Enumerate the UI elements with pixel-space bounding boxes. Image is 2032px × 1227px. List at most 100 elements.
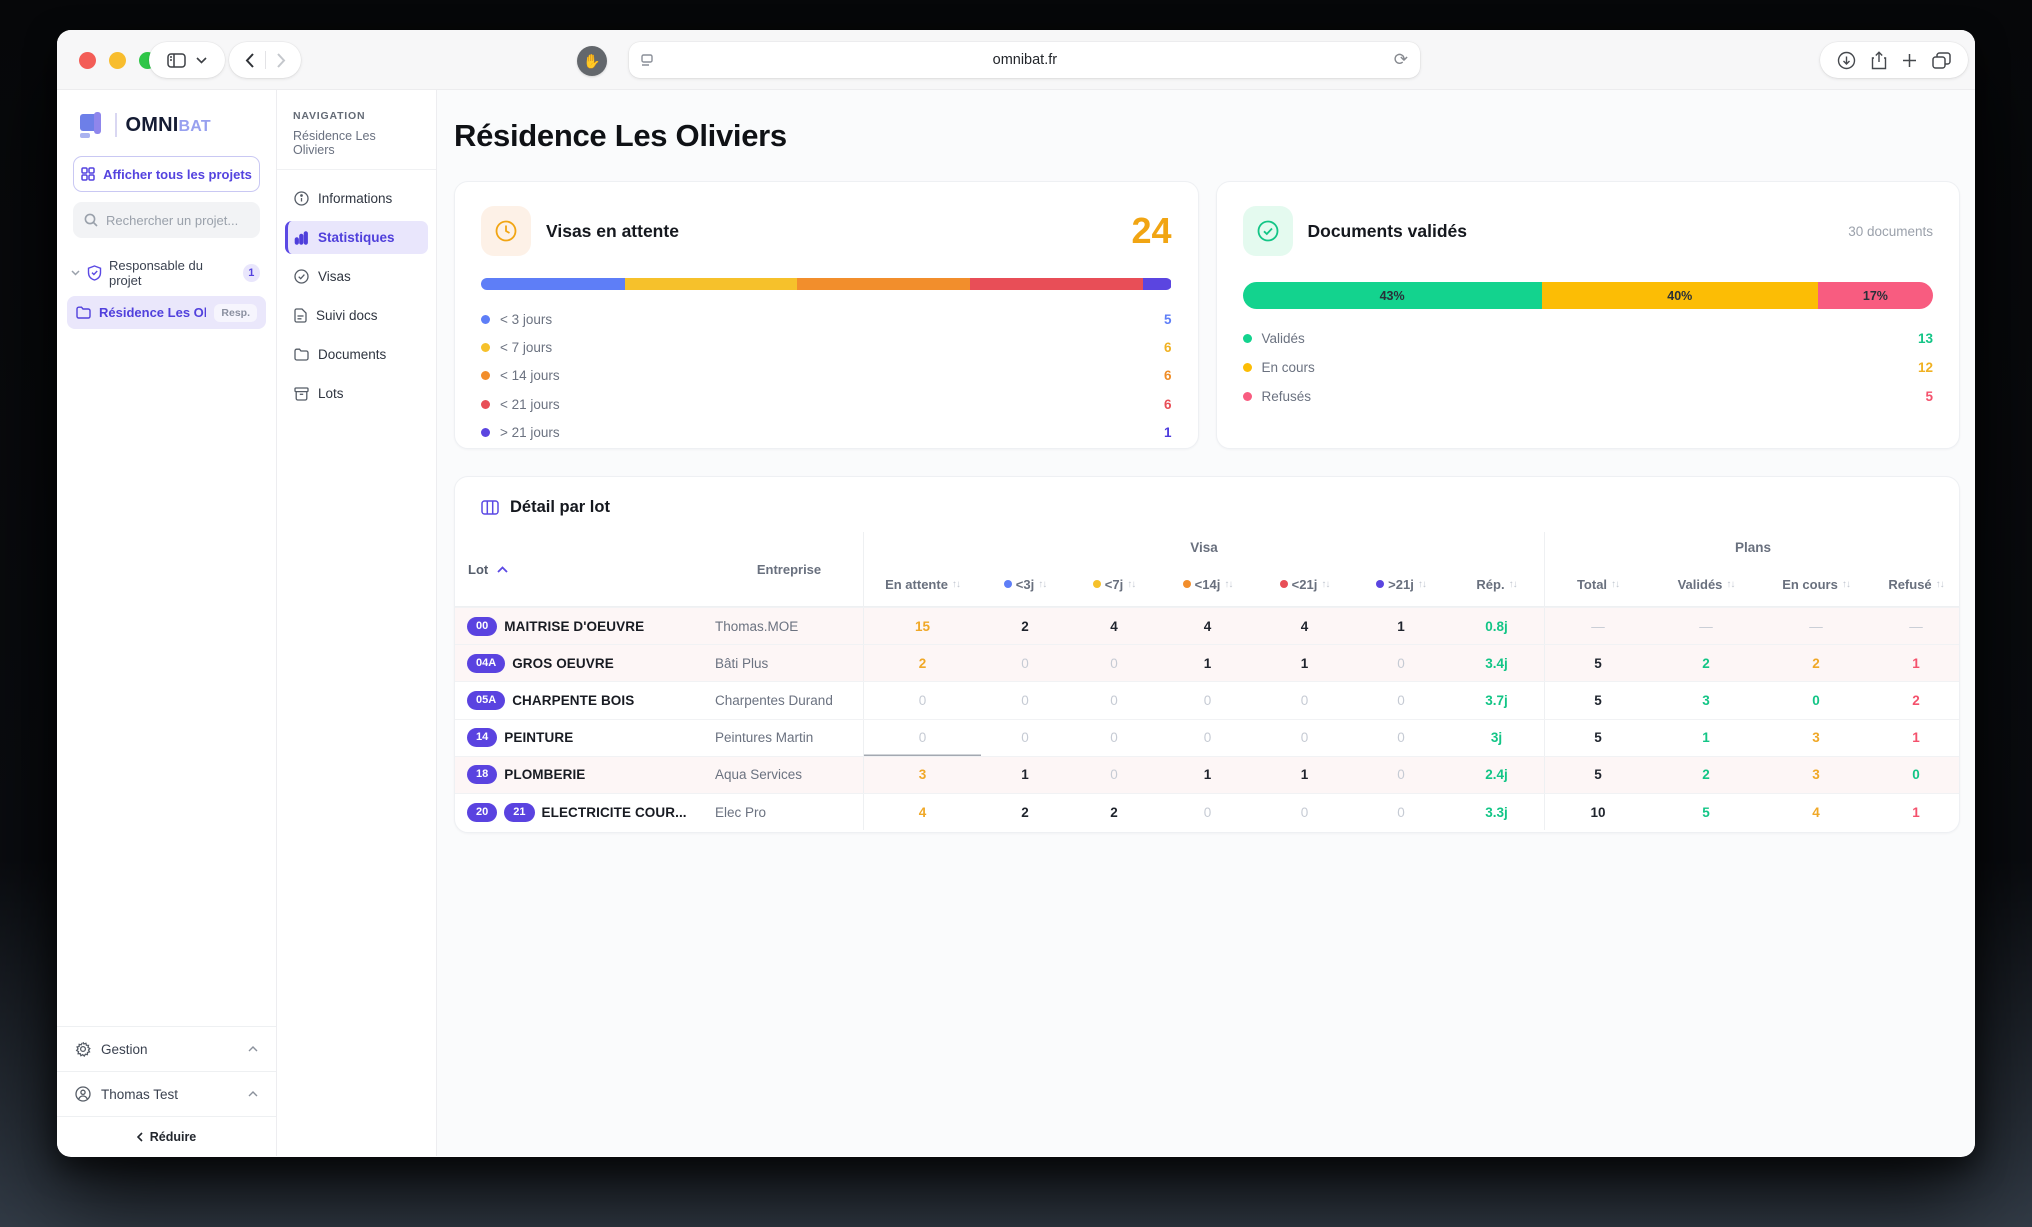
downloads-icon[interactable] xyxy=(1837,51,1856,70)
table-row[interactable]: 05ACHARPENTE BOIS Charpentes Durand 0 0 … xyxy=(455,681,1959,718)
legend-dot xyxy=(1093,580,1101,588)
sort-icon: ↑↓ xyxy=(1726,579,1734,590)
desktop-background: ✋ omnibat.fr ⟳ xyxy=(0,0,2032,1227)
privacy-badge-icon[interactable]: ✋ xyxy=(577,46,607,76)
main-content: Résidence Les Oliviers Visas en attente … xyxy=(437,90,1975,1156)
legend-value: 6 xyxy=(1164,397,1172,412)
refresh-icon[interactable]: ⟳ xyxy=(1394,50,1408,70)
visa-7j-cell: 0 xyxy=(1069,720,1159,756)
plans-en-cours-cell: 0 xyxy=(1761,682,1871,718)
sort-icon: ↑↓ xyxy=(1842,579,1850,590)
legend-dot xyxy=(1376,580,1384,588)
chevron-down-icon[interactable] xyxy=(196,57,207,64)
table-row[interactable]: 2021ELECTRICITE COUR... Elec Pro 4 2 2 0… xyxy=(455,793,1959,830)
nav-item-label: Documents xyxy=(318,347,386,362)
plans-valides-cell: — xyxy=(1651,608,1761,644)
minimize-window-button[interactable] xyxy=(109,52,126,69)
table-row[interactable]: 18PLOMBERIE Aqua Services 3 1 0 1 1 0 2.… xyxy=(455,756,1959,793)
legend-label: > 21 jours xyxy=(500,425,560,440)
plans-en-cours-cell: 3 xyxy=(1761,757,1871,793)
show-all-projects-button[interactable]: Afficher tous les projets xyxy=(73,156,260,192)
legend-label: < 3 jours xyxy=(500,312,552,327)
divider xyxy=(265,51,266,69)
plans-refuse-cell: 0 xyxy=(1871,757,1960,793)
bar-segment xyxy=(1143,278,1172,290)
column-header-7j[interactable]: <7j↑↓ xyxy=(1069,562,1159,606)
lot-badge: 04A xyxy=(467,654,505,673)
table-row[interactable]: 04AGROS OEUVRE Bâti Plus 2 0 0 1 1 0 3.4… xyxy=(455,644,1959,681)
column-header-refuse[interactable]: Refusé↑↓ xyxy=(1871,562,1960,606)
en-attente-cell: 3 xyxy=(863,757,981,793)
legend-dot xyxy=(1243,334,1252,343)
column-header-entreprise[interactable]: Entreprise xyxy=(715,532,863,606)
sidebar-item-project-residence[interactable]: Résidence Les Oli... Resp. xyxy=(67,296,266,329)
project-group-label: Responsable du projet xyxy=(109,258,236,288)
collapse-label: Réduire xyxy=(150,1130,197,1144)
legend-dot xyxy=(481,428,490,437)
reader-view-icon[interactable] xyxy=(641,54,656,67)
browser-window: ✋ omnibat.fr ⟳ xyxy=(57,30,1975,1157)
column-header-en-cours[interactable]: En cours↑↓ xyxy=(1761,562,1871,606)
address-bar[interactable]: omnibat.fr ⟳ xyxy=(629,42,1420,78)
folder-icon xyxy=(76,306,91,319)
column-header-lot[interactable]: Lot xyxy=(455,532,715,606)
back-button[interactable] xyxy=(245,53,255,68)
visa-21j-cell: 1 xyxy=(1256,645,1353,681)
sort-icon: ↑↓ xyxy=(1127,579,1135,590)
table-header: Lot Entreprise Visa Plans En attente↑↓ <… xyxy=(455,532,1959,607)
nav-item-documents[interactable]: Documents xyxy=(285,338,428,371)
documents-card-title: Documents validés xyxy=(1308,221,1468,242)
column-header-14j[interactable]: <14j↑↓ xyxy=(1159,562,1256,606)
nav-item-suivi-docs[interactable]: Suivi docs xyxy=(285,299,428,332)
plans-en-cours-cell: 4 xyxy=(1761,794,1871,830)
project-group-header[interactable]: Responsable du projet 1 xyxy=(57,254,276,296)
column-header-21j-plus[interactable]: >21j↑↓ xyxy=(1353,562,1449,606)
nav-item-statistiques[interactable]: Statistiques xyxy=(285,221,428,254)
legend-item: < 21 jours6 xyxy=(481,390,1172,418)
history-nav-group xyxy=(229,42,301,78)
legend-label: < 14 jours xyxy=(500,368,560,383)
new-tab-icon[interactable] xyxy=(1902,53,1917,68)
user-label: Thomas Test xyxy=(101,1087,178,1102)
table-row[interactable]: 14PEINTURE Peintures Martin 0 0 0 0 0 0 … xyxy=(455,719,1959,756)
browser-sidebar-icon[interactable] xyxy=(167,53,186,68)
visa-14j-cell: 0 xyxy=(1159,720,1256,756)
column-header-21j[interactable]: <21j↑↓ xyxy=(1256,562,1353,606)
sort-asc-icon xyxy=(497,566,508,573)
project-search-input[interactable]: Rechercher un projet... xyxy=(73,202,260,238)
bar-segment xyxy=(970,278,1143,290)
entreprise-cell: Peintures Martin xyxy=(715,720,863,756)
visa-21j-cell: 0 xyxy=(1256,794,1353,830)
visa-14j-cell: 1 xyxy=(1159,645,1256,681)
app-sidebar: OMNIBAT Afficher tous les projets Recher… xyxy=(57,90,276,1156)
plans-valides-cell: 2 xyxy=(1651,757,1761,793)
chevron-up-icon xyxy=(248,1091,258,1097)
url-text[interactable]: omnibat.fr xyxy=(656,52,1394,68)
column-header-rep[interactable]: Rép.↑↓ xyxy=(1449,562,1544,606)
table-row[interactable]: 00MAITRISE D'OEUVRE Thomas.MOE 15 2 4 4 … xyxy=(455,607,1959,644)
rep-cell: 3.4j xyxy=(1449,645,1544,681)
sort-icon: ↑↓ xyxy=(1224,579,1232,590)
forward-button[interactable] xyxy=(276,53,286,68)
nav-item-label: Visas xyxy=(318,269,351,284)
column-header-3j[interactable]: <3j↑↓ xyxy=(981,562,1069,606)
nav-item-visas[interactable]: Visas xyxy=(285,260,428,293)
nav-item-lots[interactable]: Lots xyxy=(285,377,428,410)
sidebar-item-gestion[interactable]: Gestion xyxy=(57,1026,276,1071)
share-icon[interactable] xyxy=(1871,51,1887,70)
collapse-sidebar-button[interactable]: Réduire xyxy=(57,1116,276,1156)
sidebar-item-user[interactable]: Thomas Test xyxy=(57,1071,276,1116)
sort-icon: ↑↓ xyxy=(1038,579,1046,590)
lots-table-card: Détail par lot Lot Entreprise Visa Plans xyxy=(454,476,1960,833)
column-header-total[interactable]: Total↑↓ xyxy=(1544,562,1651,606)
lot-badge: 14 xyxy=(467,728,497,747)
en-attente-cell: 4 xyxy=(863,794,981,830)
column-header-valides[interactable]: Validés↑↓ xyxy=(1651,562,1761,606)
tab-overview-icon[interactable] xyxy=(1932,52,1951,69)
nav-item-informations[interactable]: Informations xyxy=(285,182,428,215)
column-group-visa: Visa xyxy=(863,532,1544,562)
column-header-en-attente[interactable]: En attente↑↓ xyxy=(863,562,981,606)
close-window-button[interactable] xyxy=(79,52,96,69)
sort-icon: ↑↓ xyxy=(1418,579,1426,590)
search-placeholder: Rechercher un projet... xyxy=(106,213,238,228)
